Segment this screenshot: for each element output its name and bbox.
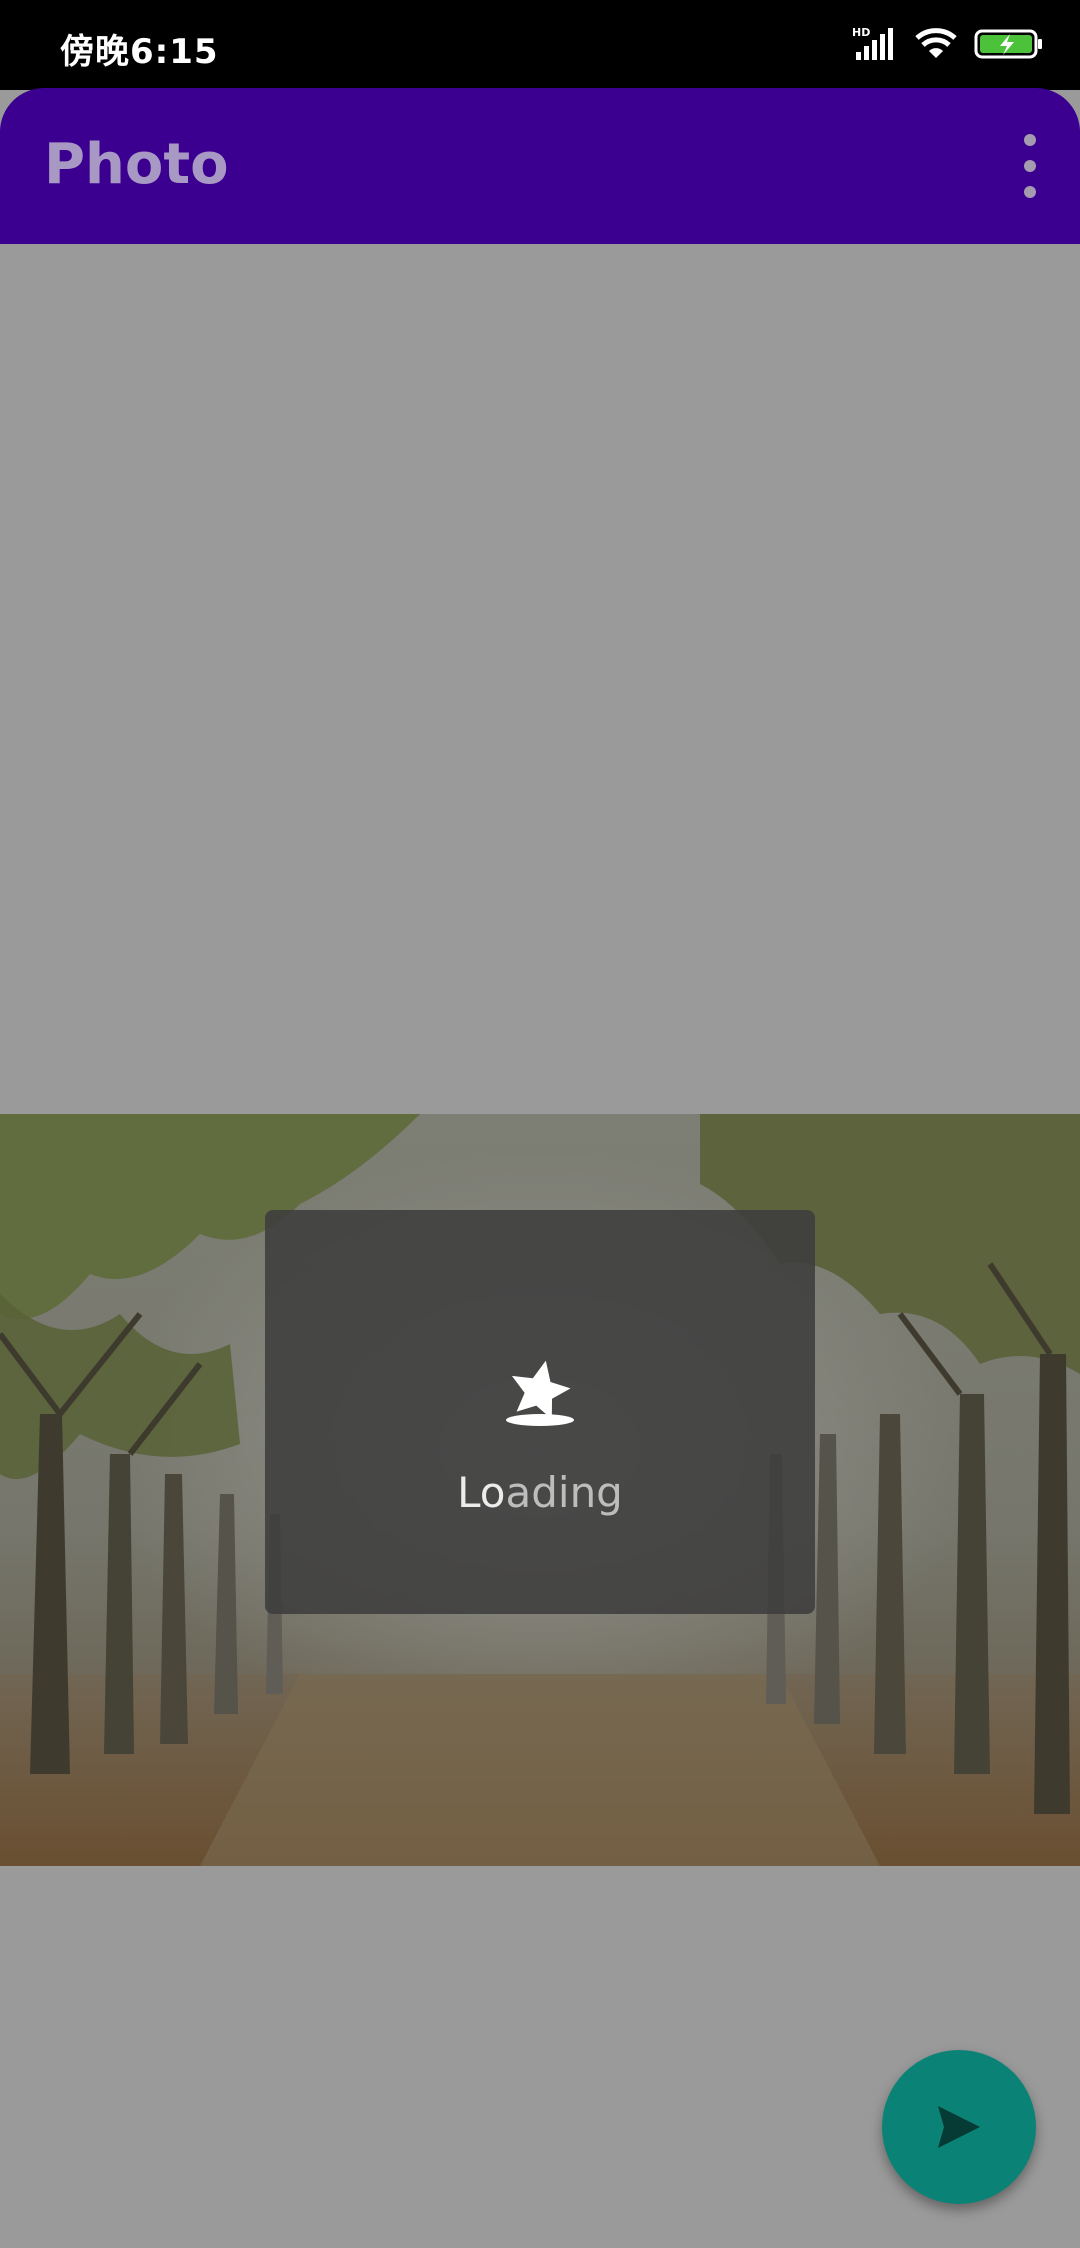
screen: 傍晚6:15 HD Photo Loading (0, 0, 1080, 2248)
overflow-dot (1024, 134, 1036, 146)
network-badge: HD (852, 26, 870, 39)
status-icons: HD (852, 26, 1044, 62)
more-vert-icon[interactable] (1018, 134, 1042, 198)
app-title: Photo (44, 132, 229, 197)
send-button[interactable] (882, 2050, 1036, 2204)
content-area: Loading (0, 244, 1080, 2248)
overflow-dot (1024, 186, 1036, 198)
loading-text-rest: ading (505, 1468, 623, 1517)
star-icon (500, 1352, 580, 1432)
send-icon (938, 2106, 980, 2148)
wifi-icon (914, 26, 958, 62)
status-bar: 傍晚6:15 HD (0, 0, 1080, 90)
loading-dialog: Loading (265, 1210, 815, 1614)
loading-text: Loading (265, 1468, 815, 1517)
battery-charging-icon (974, 26, 1044, 62)
signal-icon: HD (852, 26, 898, 62)
app-bar: Photo (0, 88, 1080, 244)
loading-text-highlight: Lo (457, 1468, 506, 1517)
status-time: 傍晚6:15 (60, 32, 219, 72)
overflow-dot (1024, 160, 1036, 172)
